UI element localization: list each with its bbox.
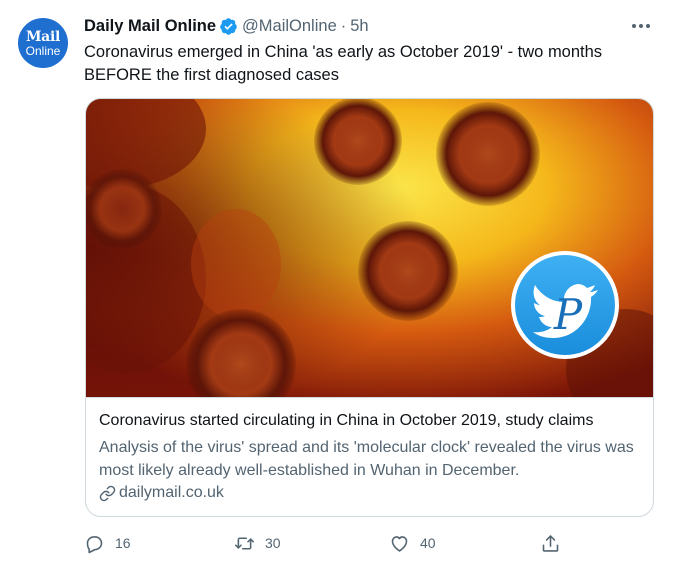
card-image[interactable]: P bbox=[86, 99, 653, 397]
avatar[interactable]: Mail Online bbox=[18, 18, 68, 68]
retweet-count: 30 bbox=[265, 535, 281, 551]
action-bar: 16 30 40 bbox=[84, 530, 584, 556]
card-domain-text: dailymail.co.uk bbox=[119, 484, 224, 501]
link-icon bbox=[99, 485, 116, 502]
card-body: Coronavirus started circulating in China… bbox=[86, 397, 653, 516]
twitter-bird-watermark-icon: P bbox=[511, 251, 619, 359]
like-button[interactable]: 40 bbox=[389, 530, 436, 556]
tweet[interactable]: Mail Online Daily Mail Online @MailOnlin… bbox=[0, 0, 675, 566]
reply-count: 16 bbox=[115, 535, 131, 551]
card-domain: dailymail.co.uk bbox=[99, 484, 224, 502]
share-icon bbox=[540, 533, 561, 554]
share-button[interactable] bbox=[540, 530, 561, 556]
timestamp[interactable]: 5h bbox=[350, 17, 368, 36]
like-count: 40 bbox=[420, 535, 436, 551]
avatar-line-1: Mail bbox=[25, 28, 60, 45]
card-description: Analysis of the virus' spread and its 'm… bbox=[99, 439, 634, 479]
verified-badge-icon bbox=[219, 17, 238, 36]
tweet-header: Daily Mail Online @MailOnline · 5h bbox=[84, 15, 369, 37]
reply-button[interactable]: 16 bbox=[84, 530, 131, 556]
reply-icon bbox=[84, 533, 105, 554]
like-icon bbox=[389, 533, 410, 554]
tweet-text: Coronavirus emerged in China 'as early a… bbox=[84, 43, 603, 84]
display-name[interactable]: Daily Mail Online bbox=[84, 17, 216, 36]
more-options-icon[interactable] bbox=[628, 13, 654, 39]
link-card[interactable]: P Coronavirus started circulating in Chi… bbox=[85, 98, 654, 517]
card-title: Coronavirus started circulating in China… bbox=[99, 412, 594, 429]
watermark-letter: P bbox=[553, 290, 583, 339]
separator-dot: · bbox=[340, 16, 347, 35]
avatar-line-2: Online bbox=[25, 43, 61, 58]
retweet-icon bbox=[234, 533, 255, 554]
handle[interactable]: @MailOnline bbox=[242, 17, 337, 36]
retweet-button[interactable]: 30 bbox=[234, 530, 281, 556]
